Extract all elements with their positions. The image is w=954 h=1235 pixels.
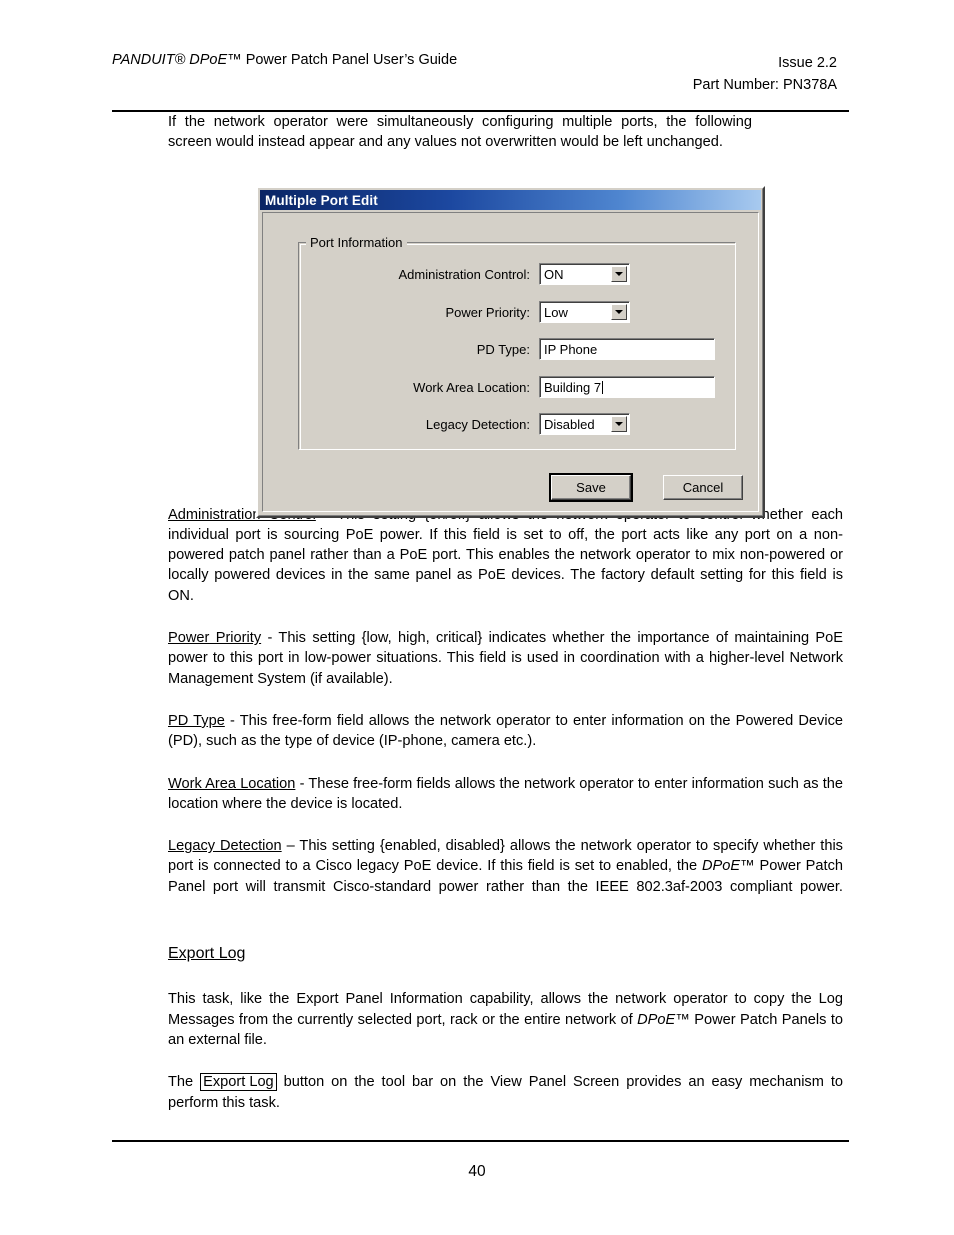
pd-type-value: IP Phone [544,342,598,357]
port-information-fields: Administration Control: ON Power Priorit… [298,263,736,451]
definition-legacy-detection: Legacy Detection – This setting {enabled… [168,836,843,917]
field-row-power-priority: Power Priority: Low [298,300,736,339]
chevron-down-icon[interactable] [611,303,627,320]
definition-work-area-location: Work Area Location - These free-form fie… [168,774,843,815]
field-row-legacy-detection: Legacy Detection: Disabled [298,413,736,451]
header-title-italic: PANDUIT® DPoE™ [112,52,242,68]
administration-control-value: ON [544,267,564,282]
document-page: PANDUIT® DPoE™ Power Patch Panel User’s … [0,0,954,1235]
work-area-location-value-wrap: Building 7 [544,379,604,395]
export-log-paragraph-1: This task, like the Export Panel Informa… [168,989,843,1050]
dialog-title: Multiple Port Edit [265,192,378,208]
multiple-port-edit-dialog: Multiple Port Edit Port Information Admi… [256,186,765,518]
label-power-priority: Power Priority: [445,304,530,320]
dash-4: – [281,838,300,855]
term-legacy-detection: Legacy Detection [168,838,282,855]
export-log-p2-part1: The [168,1074,201,1091]
dialog-client-area: Port Information Administration Control:… [262,212,759,512]
dash-2: - [224,712,240,729]
label-work-area-location: Work Area Location: [413,379,530,395]
save-button[interactable]: Save [549,473,633,502]
control-administration-control: ON [539,263,630,285]
field-row-work-area-location: Work Area Location: Building 7 [298,375,736,414]
administration-control-combobox[interactable]: ON [539,263,630,285]
control-pd-type: IP Phone [539,338,715,360]
chevron-down-icon[interactable] [611,266,627,282]
definition-administration-control: Administration Control - This setting {o… [168,505,843,606]
header-part-number: Part Number: PN378A [692,77,837,93]
header-issue-info: Issue 2.2 Part Number: PN378A [693,52,837,96]
definition-pd-type: PD Type - This free-form field allows th… [168,711,843,752]
control-power-priority: Low [539,300,630,323]
export-log-button-reference: Export Log [200,1073,277,1092]
body-legacy-detection-italic: DPoE™ [701,858,755,875]
dialog-titlebar: Multiple Port Edit [260,190,761,210]
body-pd-type: This free-form field allows the network … [168,712,843,750]
dialog-button-row: Save Cancel [263,473,758,505]
dash-3: - [295,775,309,792]
power-priority-value: Low [544,304,568,320]
legacy-detection-combobox[interactable]: Disabled [539,413,630,435]
intro-paragraph: If the network operator were simultaneou… [168,114,752,151]
footer-rule [112,1140,849,1142]
control-work-area-location: Building 7 [539,375,715,398]
groupbox-legend: Port Information [306,235,407,250]
label-legacy-detection: Legacy Detection: [425,417,530,432]
header-title: PANDUIT® DPoE™ Power Patch Panel User’s … [112,52,457,68]
cancel-button[interactable]: Cancel [663,475,743,500]
running-header: PANDUIT® DPoE™ Power Patch Panel User’s … [112,52,849,100]
export-log-p1-italic: DPoE™ [637,1011,690,1028]
field-row-administration-control: Administration Control: ON [298,263,736,301]
text-caret [602,380,604,394]
dash-1: - [261,630,279,647]
definition-power-priority: Power Priority - This setting {low, high… [168,628,843,689]
label-pd-type: PD Type: [476,342,530,357]
page-number: 40 [468,1163,486,1180]
label-administration-control: Administration Control: [398,267,531,282]
field-row-pd-type: PD Type: IP Phone [298,338,736,376]
chevron-down-icon[interactable] [611,416,627,432]
header-title-rest: Power Patch Panel User’s Guide [241,52,458,68]
section-heading-export-log: Export Log [168,945,246,963]
port-information-groupbox: Port Information Administration Control:… [298,235,736,450]
work-area-location-input[interactable]: Building 7 [539,375,715,398]
term-power-priority: Power Priority [168,630,262,647]
power-priority-combobox[interactable]: Low [539,300,630,323]
term-pd-type: PD Type [168,712,225,729]
term-work-area-location: Work Area Location [168,775,296,792]
export-log-paragraph-2: The Export Log button on the tool bar on… [168,1072,843,1113]
control-legacy-detection: Disabled [539,413,630,435]
header-issue: Issue 2.2 [778,55,837,71]
pd-type-input[interactable]: IP Phone [539,338,715,360]
legacy-detection-value: Disabled [544,417,595,432]
work-area-location-value: Building 7 [544,379,602,395]
